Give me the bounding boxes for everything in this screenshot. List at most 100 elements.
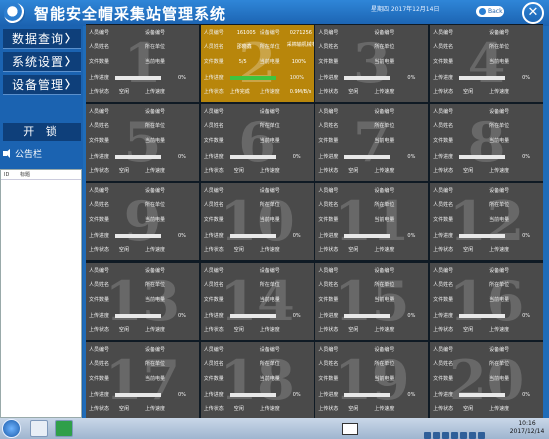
menu-system-settings[interactable]: 系统设置 〉 xyxy=(3,52,81,72)
station-card-5[interactable]: 5 人员编号 设备编号 人员姓名 所在单位 文件数量 当前电量 上传进度 上传状态 上传速度 空闲 0… xyxy=(86,104,199,182)
person-id-label: 人员编号 xyxy=(318,30,339,36)
upload-progress-percent: 0% xyxy=(178,312,186,319)
notice-board-label: 公告栏 xyxy=(15,150,43,160)
tray-icon[interactable] xyxy=(442,432,449,439)
battery-label: 当前电量 xyxy=(145,296,166,303)
station-card-19[interactable]: 19 人员编号 设备编号 人员姓名 所在单位 文件数量 当前电量 上传进度 上传状态 上传速度 空闲… xyxy=(315,341,429,419)
upload-progress-bar xyxy=(115,392,161,397)
tray-icon[interactable] xyxy=(460,432,467,439)
station-card-8[interactable]: 8 人员编号 设备编号 人员姓名 所在单位 文件数量 当前电量 上传进度 上传状态 上传速度 空闲 0… xyxy=(430,104,544,182)
station-card-1[interactable]: 1 人员编号 设备编号 人员姓名 所在单位 文件数量 当前电量 上传进度 上传状态 上传速度 空闲 0… xyxy=(86,25,199,102)
upload-progress-bar xyxy=(344,76,391,80)
station-card-3[interactable]: 3 人员编号 设备编号 人员姓名 所在单位 文件数量 当前电量 上传进度 上传状态 上传速度 空闲 0… xyxy=(315,25,429,102)
person-name-label: 人员姓名 xyxy=(203,281,224,288)
tray-icon[interactable] xyxy=(424,432,431,439)
device-id-label: 设备编号 xyxy=(145,109,166,116)
device-id-label: 设备编号 xyxy=(145,188,166,195)
upload-progress-bar xyxy=(459,155,506,160)
unit-label: 所在单位 xyxy=(259,281,280,288)
file-count-label: 文件数量 xyxy=(89,296,110,303)
station-card-18[interactable]: 18 人员编号 设备编号 人员姓名 所在单位 文件数量 当前电量 上传进度 上传状态 上传速度 空闲… xyxy=(200,341,314,419)
person-id-label: 人员编号 xyxy=(433,109,454,116)
menu-device-management[interactable]: 设备管理 〉 xyxy=(3,75,81,95)
unit-label: 所在单位 xyxy=(259,123,280,130)
upload-status-label: 上传状态 xyxy=(203,89,224,95)
back-button[interactable]: Back xyxy=(476,6,504,17)
upload-progress-label: 上传进度 xyxy=(89,312,110,319)
station-card-14[interactable]: 14 人员编号 设备编号 人员姓名 所在单位 文件数量 当前电量 上传进度 上传状态 上传速度 空闲… xyxy=(200,262,314,340)
upload-progress-bar xyxy=(459,313,506,318)
person-name-label: 人员姓名 xyxy=(203,44,224,50)
menu-data-query[interactable]: 数据查询 〉 xyxy=(3,29,81,49)
upload-progress-percent: 0% xyxy=(522,233,531,240)
person-name-label: 人员姓名 xyxy=(433,44,454,50)
station-card-12[interactable]: 12 人员编号 设备编号 人员姓名 所在单位 文件数量 当前电量 上传进度 上传状态 上传速度 空闲… xyxy=(430,183,544,261)
station-card-10[interactable]: 10 人员编号 设备编号 人员姓名 所在单位 文件数量 当前电量 上传进度 上传状态 上传速度 空闲… xyxy=(200,183,314,261)
unit-label: 所在单位 xyxy=(489,44,510,50)
person-name-label: 人员姓名 xyxy=(433,202,454,209)
device-id-label: 设备编号 xyxy=(259,30,280,36)
upload-progress-label: 上传进度 xyxy=(433,154,454,161)
device-id-label: 设备编号 xyxy=(489,109,510,116)
signature-icon[interactable] xyxy=(342,423,358,435)
unit-label: 所在单位 xyxy=(489,202,510,209)
station-card-2[interactable]: 2 人员编号 设备编号 人员姓名 所在单位 文件数量 当前电量 上传进度 上传状态 上传速度 161… xyxy=(200,25,314,102)
upload-status-label: 上传状态 xyxy=(433,89,454,95)
taskbar-app-helmet-system[interactable] xyxy=(55,420,73,437)
taskbar-app-explorer[interactable] xyxy=(30,420,48,437)
station-card-4[interactable]: 4 人员编号 设备编号 人员姓名 所在单位 文件数量 当前电量 上传进度 上传状态 上传速度 空闲 0… xyxy=(430,25,544,102)
station-card-13[interactable]: 13 人员编号 设备编号 人员姓名 所在单位 文件数量 当前电量 上传进度 上传状态 上传速度 空闲… xyxy=(86,262,199,340)
upload-speed-label: 上传速度 xyxy=(374,89,395,95)
station-card-15[interactable]: 15 人员编号 设备编号 人员姓名 所在单位 文件数量 当前电量 上传进度 上传状态 上传速度 空闲… xyxy=(315,262,429,340)
tray-icon[interactable] xyxy=(451,432,458,439)
notice-list[interactable]: ID 标题 xyxy=(0,169,82,418)
close-button[interactable]: ✕ xyxy=(522,2,544,24)
volume-icon[interactable] xyxy=(469,432,476,439)
tray-icon[interactable] xyxy=(433,432,440,439)
network-icon[interactable] xyxy=(478,432,485,439)
person-id-label: 人员编号 xyxy=(318,267,339,274)
device-id-label: 设备编号 xyxy=(374,30,395,36)
file-count-label: 文件数量 xyxy=(433,217,454,224)
upload-progress-bar xyxy=(344,392,391,397)
person-id-label: 人员编号 xyxy=(203,30,224,36)
unlock-button[interactable]: 开 锁 xyxy=(3,123,81,141)
taskbar-clock[interactable]: 10:16 2017/12/14 xyxy=(508,420,546,436)
unit-label: 所在单位 xyxy=(489,281,510,288)
station-card-17[interactable]: 17 人员编号 设备编号 人员姓名 所在单位 文件数量 当前电量 上传进度 上传状态 上传速度 空闲… xyxy=(86,341,199,419)
person-id-label: 人员编号 xyxy=(89,30,110,36)
upload-status-value: 空闲 xyxy=(348,326,359,333)
system-tray[interactable] xyxy=(424,424,494,439)
battery-label: 当前电量 xyxy=(489,375,510,382)
person-name-label: 人员姓名 xyxy=(318,123,339,130)
upload-status-label: 上传状态 xyxy=(433,168,454,175)
upload-status-value: 空闲 xyxy=(348,89,359,95)
upload-speed-label: 上传速度 xyxy=(259,247,280,254)
menu-data-query-label: 数据查询 xyxy=(12,32,65,46)
person-id-label: 人员编号 xyxy=(89,267,110,274)
station-card-16[interactable]: 16 人员编号 设备编号 人员姓名 所在单位 文件数量 当前电量 上传进度 上传状态 上传速度 空闲… xyxy=(430,262,544,340)
start-button[interactable] xyxy=(2,419,21,438)
chevron-right-icon: 〉 xyxy=(65,78,77,91)
unit-label: 所在单位 xyxy=(145,360,166,367)
station-card-9[interactable]: 9 人员编号 设备编号 人员姓名 所在单位 文件数量 当前电量 上传进度 上传状态 上传速度 空闲 0… xyxy=(86,183,199,261)
station-card-11[interactable]: 11 人员编号 设备编号 人员姓名 所在单位 文件数量 当前电量 上传进度 上传状态 上传速度 空闲… xyxy=(315,183,429,261)
chevron-right-icon: 〉 xyxy=(65,32,77,45)
upload-status-value: 空闲 xyxy=(233,247,244,254)
device-id-label: 设备编号 xyxy=(374,346,395,353)
upload-progress-bar xyxy=(115,155,161,160)
upload-progress-label: 上传进度 xyxy=(89,233,110,240)
upload-status-value: 空闲 xyxy=(119,326,130,333)
station-card-6[interactable]: 6 人员编号 设备编号 人员姓名 所在单位 文件数量 当前电量 上传进度 上传状态 上传速度 空闲 0… xyxy=(200,104,314,182)
upload-progress-bar xyxy=(115,76,161,80)
unit-label: 所在单位 xyxy=(489,123,510,130)
battery-label: 当前电量 xyxy=(259,296,280,303)
station-card-7[interactable]: 7 人员编号 设备编号 人员姓名 所在单位 文件数量 当前电量 上传进度 上传状态 上传速度 空闲 0… xyxy=(315,104,429,182)
menu-device-management-label: 设备管理 xyxy=(12,78,65,92)
upload-progress-percent: 0% xyxy=(178,75,186,81)
station-card-20[interactable]: 20 人员编号 设备编号 人员姓名 所在单位 文件数量 当前电量 上传进度 上传状态 上传速度 空闲… xyxy=(430,341,544,419)
clock-date: 2017/12/14 xyxy=(509,428,545,435)
upload-status-value: 空闲 xyxy=(348,168,359,175)
person-name-label: 人员姓名 xyxy=(318,281,339,288)
upload-speed-label: 上传速度 xyxy=(145,89,166,95)
